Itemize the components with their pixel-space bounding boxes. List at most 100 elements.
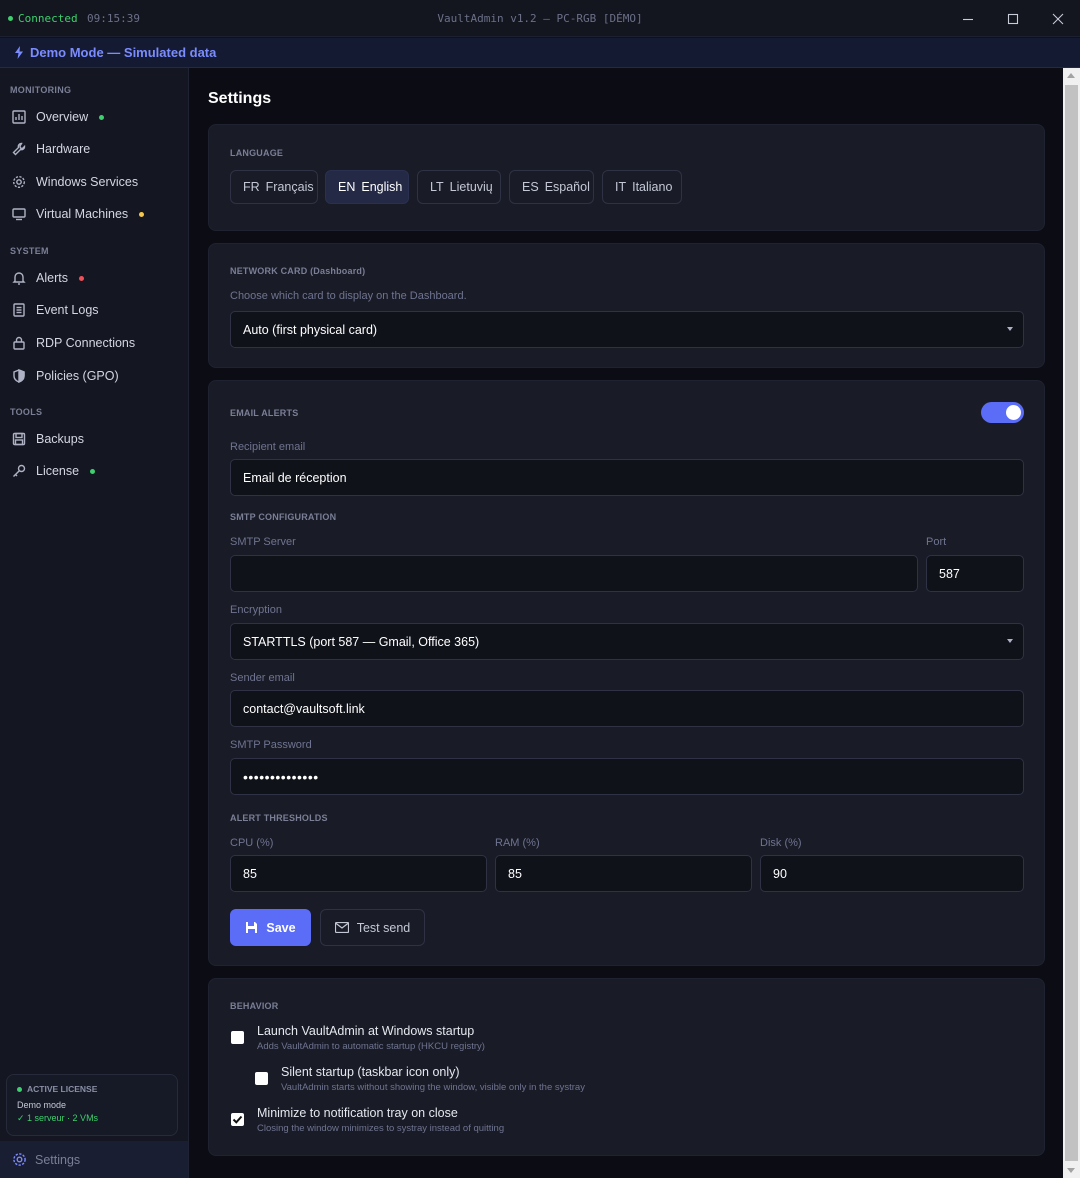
network-card: NETWORK CARD (Dashboard) Choose which ca…	[208, 243, 1045, 368]
recipient-label: Recipient email	[230, 441, 306, 453]
title-bar: Connected 09:15:39 VaultAdmin v1.2 — PC-…	[0, 0, 1080, 37]
clock: 09:15:39	[87, 12, 140, 25]
status-dot	[99, 114, 105, 120]
test-send-button[interactable]: Test send	[320, 909, 425, 946]
sidebar-item-label: License	[36, 464, 80, 478]
cpu-label: CPU (%)	[230, 837, 274, 849]
disk-label: Disk (%)	[760, 837, 802, 849]
section-system: SYSTEM	[10, 246, 49, 256]
port-input[interactable]: 587	[926, 555, 1024, 592]
sidebar-item-policies[interactable]: Policies (GPO)	[0, 361, 188, 391]
chevron-down-icon	[1007, 639, 1013, 643]
status-dot-icon	[8, 16, 13, 21]
monitor-icon	[11, 206, 27, 222]
network-label: NETWORK CARD (Dashboard)	[230, 266, 366, 276]
status-dot	[139, 211, 145, 217]
sidebar-item-overview[interactable]: Overview	[0, 102, 188, 132]
close-icon	[1052, 13, 1063, 24]
option-description: Adds VaultAdmin to automatic startup (HK…	[257, 1041, 485, 1052]
minimize-icon	[962, 18, 973, 20]
scrollbar-thumb[interactable]	[1065, 85, 1078, 1161]
section-tools: TOOLS	[10, 407, 43, 417]
demo-banner-text: Demo Mode — Simulated data	[30, 45, 217, 60]
scroll-up-icon[interactable]	[1067, 73, 1075, 78]
lang-button-lt[interactable]: LT Lietuvių	[417, 170, 501, 204]
checkmark-icon	[232, 1115, 243, 1124]
smtp-password-input[interactable]: ••••••••••••••	[230, 758, 1024, 795]
sidebar-item-label: Virtual Machines	[36, 207, 129, 221]
sender-email-label: Sender email	[230, 672, 295, 684]
option-launch-at-startup: Launch VaultAdmin at Windows startup Add…	[231, 1024, 485, 1052]
ram-threshold-input[interactable]: 85	[495, 855, 752, 892]
sidebar-item-rdp-connections[interactable]: RDP Connections	[0, 328, 188, 358]
bell-icon	[11, 270, 27, 286]
email-alerts-toggle[interactable]	[981, 402, 1024, 423]
sidebar-item-license[interactable]: License	[0, 456, 188, 486]
sidebar-item-hardware[interactable]: Hardware	[0, 134, 188, 164]
save-button[interactable]: Save	[230, 909, 311, 946]
smtp-server-input[interactable]	[230, 555, 918, 592]
page-title: Settings	[208, 90, 272, 107]
network-help: Choose which card to display on the Dash…	[230, 290, 467, 302]
sidebar-item-label: Alerts	[36, 271, 68, 285]
silent-startup-checkbox[interactable]	[255, 1072, 268, 1085]
network-card-select[interactable]: Auto (first physical card)	[230, 311, 1024, 348]
sidebar-item-label: Backups	[36, 432, 84, 446]
lang-button-en[interactable]: EN English	[325, 170, 409, 204]
license-card: ACTIVE LICENSE Demo mode ✓ 1 serveur · 2…	[6, 1074, 178, 1136]
disk-threshold-input[interactable]: 90	[760, 855, 1024, 892]
scroll-down-icon[interactable]	[1067, 1168, 1075, 1173]
port-label: Port	[926, 536, 947, 548]
license-title: ACTIVE LICENSE	[27, 1084, 98, 1094]
recipient-email-input[interactable]: Email de réception	[230, 459, 1024, 496]
lightning-icon	[15, 46, 23, 59]
connection-status: Connected	[8, 12, 78, 25]
demo-banner: Demo Mode — Simulated data	[0, 38, 1080, 68]
ram-label: RAM (%)	[495, 837, 540, 849]
sidebar-item-label: RDP Connections	[36, 336, 136, 350]
sidebar-item-virtual-machines[interactable]: Virtual Machines	[0, 199, 188, 229]
save-icon	[11, 431, 27, 447]
sender-email-input[interactable]: contact@vaultsoft.link	[230, 690, 1024, 727]
language-card: LANGUAGE FR Français EN English LT Lietu…	[208, 124, 1045, 231]
smtp-server-label: SMTP Server	[230, 536, 296, 548]
email-alerts-label: EMAIL ALERTS	[230, 408, 299, 418]
smtp-password-label: SMTP Password	[230, 739, 312, 751]
cpu-threshold-input[interactable]: 85	[230, 855, 487, 892]
maximize-button[interactable]	[990, 0, 1035, 37]
sidebar-item-settings[interactable]: Settings	[0, 1141, 188, 1178]
lang-button-fr[interactable]: FR Français	[230, 170, 318, 204]
sidebar-item-label: Policies (GPO)	[36, 369, 119, 383]
sidebar-item-label: Settings	[35, 1152, 81, 1167]
sidebar-item-label: Windows Services	[36, 175, 139, 189]
license-mode: Demo mode	[17, 1100, 67, 1110]
sidebar-item-windows-services[interactable]: Windows Services	[0, 167, 188, 197]
lang-button-it[interactable]: IT Italiano	[602, 170, 682, 204]
main-content: Settings LANGUAGE FR Français EN English…	[189, 68, 1063, 1178]
close-button[interactable]	[1035, 0, 1080, 37]
chart-icon	[11, 109, 27, 125]
encryption-select[interactable]: STARTTLS (port 587 — Gmail, Office 365)	[230, 623, 1024, 660]
option-minimize-to-tray: Minimize to notification tray on close C…	[231, 1106, 504, 1134]
section-monitoring: MONITORING	[10, 85, 72, 95]
minimize-to-tray-checkbox[interactable]	[231, 1113, 244, 1126]
sidebar-item-label: Hardware	[36, 142, 91, 156]
lang-button-es[interactable]: ES Español	[509, 170, 594, 204]
sidebar-item-backups[interactable]: Backups	[0, 424, 188, 454]
option-description: VaultAdmin starts without showing the wi…	[281, 1082, 585, 1093]
mail-icon	[334, 922, 349, 933]
gear-icon	[13, 1153, 26, 1166]
sidebar-item-alerts[interactable]: Alerts	[0, 263, 188, 293]
alert-thresholds-label: ALERT THRESHOLDS	[230, 813, 328, 823]
vertical-scrollbar[interactable]	[1063, 68, 1080, 1178]
status-dot	[78, 275, 84, 281]
chevron-down-icon	[1007, 327, 1013, 331]
sidebar-item-event-logs[interactable]: Event Logs	[0, 295, 188, 325]
document-icon	[11, 302, 27, 318]
launch-at-startup-checkbox[interactable]	[231, 1031, 244, 1044]
option-title: Silent startup (taskbar icon only)	[281, 1065, 460, 1079]
behavior-label: BEHAVIOR	[230, 1001, 279, 1011]
sidebar: MONITORING Overview Hardware Windows Ser…	[0, 68, 189, 1178]
option-silent-startup: Silent startup (taskbar icon only) Vault…	[255, 1065, 585, 1093]
minimize-button[interactable]	[945, 0, 990, 37]
